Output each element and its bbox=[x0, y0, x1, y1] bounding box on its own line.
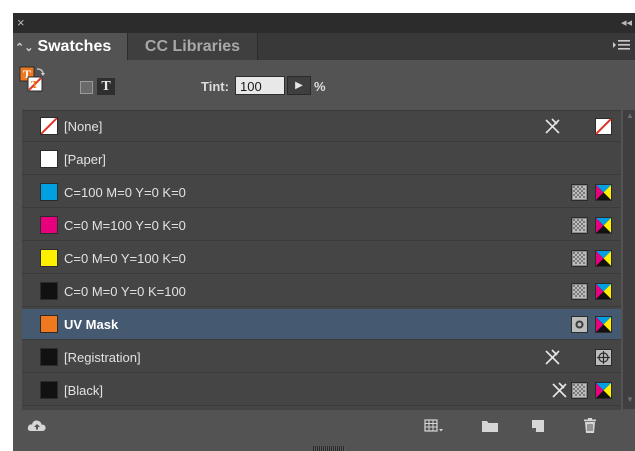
process-color-icon bbox=[571, 283, 588, 300]
cmyk-mode-icon bbox=[595, 217, 612, 234]
close-panel-button[interactable]: × bbox=[17, 15, 25, 31]
swatch-row-black[interactable]: [Black] bbox=[22, 375, 621, 406]
tint-slider-button[interactable]: ▶ bbox=[287, 76, 311, 95]
swatch-name: C=100 M=0 Y=0 K=0 bbox=[64, 185, 186, 200]
swatch-row-magenta[interactable]: C=0 M=100 Y=0 K=0 bbox=[22, 210, 621, 241]
resize-grip[interactable] bbox=[313, 446, 345, 451]
swatch-name: [None] bbox=[64, 119, 103, 134]
trash-icon[interactable] bbox=[581, 418, 599, 434]
swatch-chip bbox=[40, 117, 58, 135]
cc-libraries-cloud-icon[interactable] bbox=[27, 418, 46, 434]
process-color-icon bbox=[571, 217, 588, 234]
swatch-chip bbox=[40, 216, 58, 234]
updown-arrows-icon: ⌃⌄ bbox=[15, 42, 34, 54]
panel-bottom-bar bbox=[13, 410, 635, 443]
cmyk-mode-icon bbox=[595, 283, 612, 300]
formatting-text-button[interactable]: T bbox=[97, 78, 115, 95]
fill-stroke-text-icon[interactable]: T T bbox=[19, 66, 47, 96]
swatches-toolbar: T T T Tint: 100 ▶ % bbox=[13, 60, 635, 102]
swatch-row-none[interactable]: [None] bbox=[22, 111, 621, 142]
spot-color-icon bbox=[571, 316, 588, 333]
scroll-up-icon[interactable]: ▲ bbox=[626, 111, 634, 120]
swatch-name: C=0 M=100 Y=0 K=0 bbox=[64, 218, 186, 233]
swatch-name: [Paper] bbox=[64, 152, 106, 167]
not-editable-icon bbox=[544, 349, 561, 366]
new-color-group-folder-icon[interactable] bbox=[481, 418, 499, 434]
swatch-name: [Registration] bbox=[64, 350, 141, 365]
svg-text:T: T bbox=[31, 79, 39, 91]
cmyk-mode-icon bbox=[595, 382, 612, 399]
tab-swatches[interactable]: ⌃⌄ Swatches bbox=[13, 33, 127, 60]
swatch-chip bbox=[40, 183, 58, 201]
collapse-panel-button[interactable]: ◂◂ bbox=[621, 15, 632, 31]
swatch-chip bbox=[40, 282, 58, 300]
tab-cc-libraries-label: CC Libraries bbox=[144, 38, 241, 55]
tint-label: Tint: bbox=[201, 79, 229, 94]
panel-title-bar: × ◂◂ bbox=[13, 13, 635, 33]
swatch-chip bbox=[40, 249, 58, 267]
cmyk-mode-icon bbox=[595, 184, 612, 201]
not-editable-icon bbox=[544, 118, 561, 135]
tab-cc-libraries[interactable]: CC Libraries bbox=[127, 33, 258, 60]
scroll-down-icon[interactable]: ▼ bbox=[626, 395, 634, 404]
swatch-name: [Black] bbox=[64, 383, 104, 398]
swatch-chip bbox=[40, 315, 58, 333]
not-editable-icon bbox=[551, 382, 568, 399]
tint-unit: % bbox=[314, 79, 326, 94]
process-color-icon bbox=[571, 250, 588, 267]
swatch-row-yellow[interactable]: C=0 M=0 Y=100 K=0 bbox=[22, 243, 621, 274]
scrollbar[interactable] bbox=[623, 110, 635, 409]
tab-swatches-label: Swatches bbox=[37, 38, 112, 55]
process-color-icon bbox=[571, 382, 588, 399]
cmyk-mode-icon bbox=[595, 316, 612, 333]
swatches-panel: × ◂◂ ⌃⌄ Swatches CC Libraries T T T Tint… bbox=[13, 13, 635, 451]
swatch-name: UV Mask bbox=[64, 317, 119, 332]
swatch-name: C=0 M=0 Y=0 K=100 bbox=[64, 284, 186, 299]
new-swatch-icon[interactable] bbox=[530, 418, 548, 434]
formatting-container-button[interactable] bbox=[80, 81, 93, 94]
cmyk-mode-icon bbox=[595, 250, 612, 267]
none-swatch-icon bbox=[595, 118, 612, 135]
panel-menu-icon[interactable] bbox=[613, 39, 631, 53]
panel-tab-bar: ⌃⌄ Swatches CC Libraries bbox=[13, 33, 635, 60]
swatch-row-registration[interactable]: [Registration] bbox=[22, 342, 621, 373]
swatch-chip bbox=[40, 150, 58, 168]
tint-input[interactable]: 100 bbox=[235, 76, 285, 95]
registration-icon bbox=[595, 349, 612, 366]
show-swatch-views-icon[interactable] bbox=[424, 418, 443, 434]
swatch-row-black-k100[interactable]: C=0 M=0 Y=0 K=100 bbox=[22, 276, 621, 307]
swatch-list: [None] [Paper] C=100 M=0 Y=0 K=0 C=0 M=1… bbox=[22, 110, 621, 410]
swatch-chip bbox=[40, 348, 58, 366]
swatch-name: C=0 M=0 Y=100 K=0 bbox=[64, 251, 186, 266]
process-color-icon bbox=[571, 184, 588, 201]
swatch-row-paper[interactable]: [Paper] bbox=[22, 144, 621, 175]
swatch-row-uv-mask[interactable]: UV Mask bbox=[22, 309, 621, 340]
swatch-chip bbox=[40, 381, 58, 399]
swatch-row-cyan[interactable]: C=100 M=0 Y=0 K=0 bbox=[22, 177, 621, 208]
